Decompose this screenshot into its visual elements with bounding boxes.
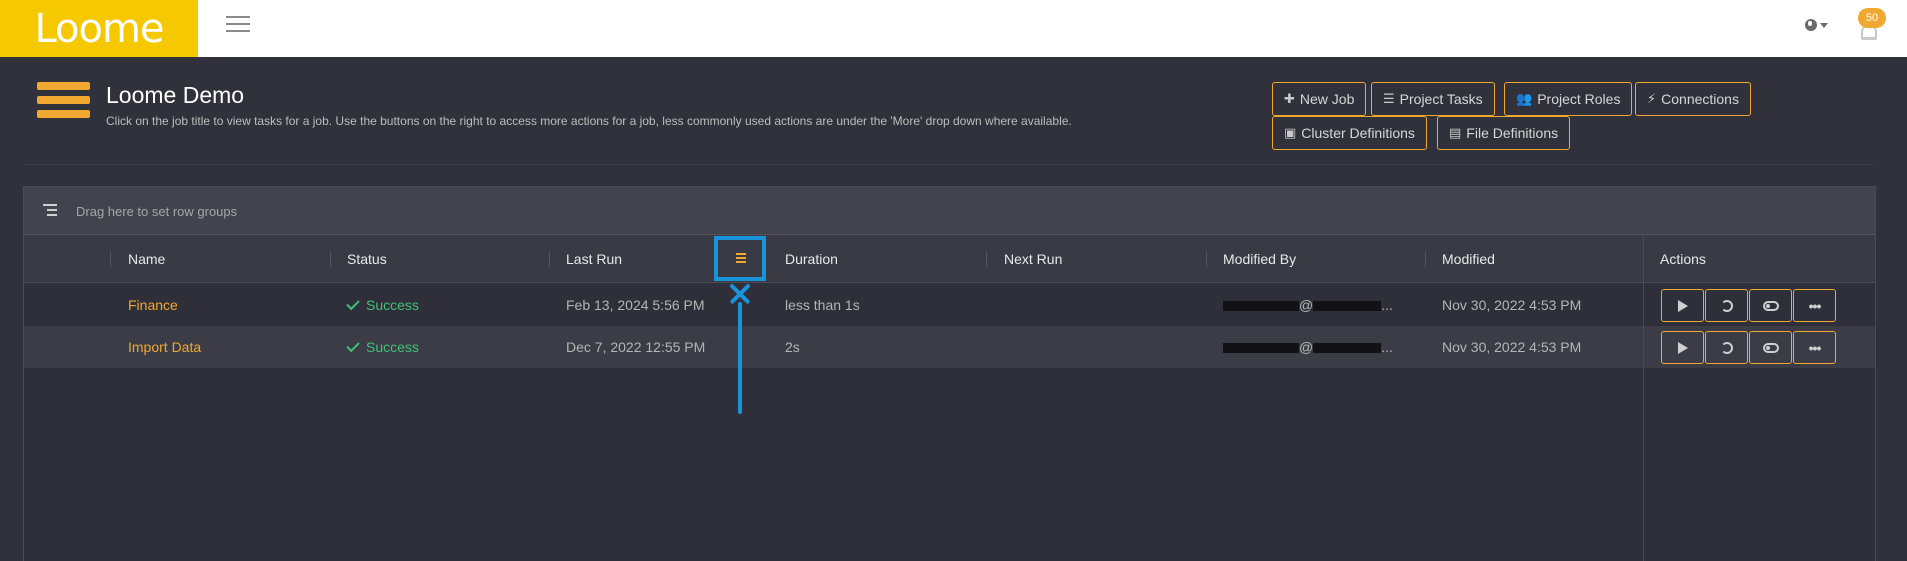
row-group-icon (43, 204, 57, 216)
play-icon (1677, 341, 1688, 354)
history-icon (1720, 341, 1733, 354)
column-separator (330, 251, 331, 267)
modified-by-ellipsis: ... (1381, 297, 1393, 313)
column-header-row: Name Status Last Run Duration Next Run M… (24, 235, 1875, 283)
row-group-placeholder: Drag here to set row groups (76, 204, 238, 219)
column-separator (1206, 251, 1207, 267)
project-tasks-label: Project Tasks (1399, 91, 1483, 107)
ellipsis-icon: ••• (1808, 339, 1822, 356)
plus-icon: ✚ (1284, 91, 1295, 106)
last-run-cell: Feb 13, 2024 5:56 PM (566, 297, 705, 313)
modified-by-cell: @... (1223, 284, 1393, 326)
modified-cell: Nov 30, 2022 4:53 PM (1442, 297, 1582, 313)
connections-label: Connections (1661, 91, 1739, 107)
redacted-domain (1313, 301, 1382, 312)
check-icon (346, 296, 360, 311)
row-group-dropzone[interactable]: Drag here to set row groups (24, 187, 1875, 235)
project-tasks-button[interactable]: ☰ Project Tasks (1371, 82, 1495, 116)
column-menu-icon[interactable] (736, 253, 746, 263)
last-run-cell: Dec 7, 2022 12:55 PM (566, 339, 706, 355)
project-roles-label: Project Roles (1537, 91, 1621, 107)
plug-icon: ⚡ (1647, 91, 1657, 106)
check-icon (346, 338, 360, 353)
column-separator (986, 251, 987, 267)
job-history-button[interactable] (1705, 331, 1748, 364)
table-row: Finance Success Feb 13, 2024 5:56 PM les… (24, 284, 1875, 326)
project-icon (37, 82, 90, 126)
cluster-definitions-label: Cluster Definitions (1301, 125, 1415, 141)
column-header-status[interactable]: Status (347, 235, 387, 283)
modified-by-cell: @... (1223, 326, 1393, 368)
top-navbar: Loome 50 (0, 0, 1907, 57)
toggle-icon (1762, 342, 1779, 353)
column-separator (110, 251, 111, 267)
run-job-button[interactable] (1661, 289, 1704, 322)
hamburger-menu-icon[interactable] (226, 16, 250, 34)
globe-icon (1805, 19, 1817, 31)
loome-logo[interactable]: Loome (0, 0, 198, 57)
modified-cell: Nov 30, 2022 4:53 PM (1442, 339, 1582, 355)
status-cell: Success (346, 284, 419, 326)
logo-text: Loome (34, 5, 164, 52)
status-cell: Success (346, 326, 419, 368)
history-icon (1720, 299, 1733, 312)
toggle-job-button[interactable] (1749, 289, 1792, 322)
status-text: Success (366, 339, 419, 355)
ellipsis-icon: ••• (1808, 297, 1822, 314)
header-divider (24, 164, 1874, 165)
job-history-button[interactable] (1705, 289, 1748, 322)
column-header-modified[interactable]: Modified (1442, 235, 1495, 283)
duration-cell: less than 1s (785, 297, 860, 313)
redacted-user (1223, 301, 1299, 312)
modified-by-ellipsis: ... (1381, 339, 1393, 355)
column-header-actions: Actions (1660, 251, 1706, 267)
toggle-job-button[interactable] (1749, 331, 1792, 364)
job-name-link[interactable]: Import Data (128, 326, 201, 368)
file-definitions-label: File Definitions (1466, 125, 1559, 141)
column-header-last-run[interactable]: Last Run (566, 235, 622, 283)
modified-by-at: @ (1299, 297, 1314, 313)
new-job-label: New Job (1299, 91, 1355, 107)
play-icon (1677, 299, 1688, 312)
project-roles-button[interactable]: 👥 Project Roles (1504, 82, 1633, 116)
connections-button[interactable]: ⚡ Connections (1635, 82, 1751, 116)
notifications-button[interactable]: 50 (1856, 8, 1886, 48)
redacted-domain (1313, 343, 1382, 354)
language-selector[interactable] (1805, 15, 1831, 35)
cluster-icon: ▣ (1284, 125, 1297, 140)
status-text: Success (366, 297, 419, 313)
redacted-user (1223, 343, 1299, 354)
actions-column-divider (1643, 235, 1644, 561)
cluster-definitions-button[interactable]: ▣ Cluster Definitions (1272, 116, 1427, 150)
tasks-icon: ☰ (1383, 91, 1395, 106)
column-header-modified-by[interactable]: Modified By (1223, 235, 1296, 283)
annotation-arrow (738, 302, 742, 414)
file-icon: ▤ (1449, 125, 1462, 140)
caret-down-icon (1820, 22, 1828, 28)
toggle-icon (1762, 300, 1779, 311)
run-job-button[interactable] (1661, 331, 1704, 364)
notification-count-badge: 50 (1858, 8, 1886, 28)
column-separator (1425, 251, 1426, 267)
page-title: Loome Demo (106, 82, 245, 108)
column-separator (549, 251, 550, 267)
table-row: Import Data Success Dec 7, 2022 12:55 PM… (24, 326, 1875, 368)
column-header-duration[interactable]: Duration (785, 235, 838, 283)
job-name-link[interactable]: Finance (128, 284, 178, 326)
column-menu-highlight (714, 236, 766, 281)
jobs-grid: Drag here to set row groups Name Status … (23, 186, 1876, 561)
modified-by-at: @ (1299, 339, 1314, 355)
column-header-name[interactable]: Name (128, 235, 165, 283)
users-icon: 👥 (1516, 91, 1533, 106)
file-definitions-button[interactable]: ▤ File Definitions (1437, 116, 1571, 150)
duration-cell: 2s (785, 339, 800, 355)
page-description: Click on the job title to view tasks for… (106, 114, 1072, 128)
column-header-next-run[interactable]: Next Run (1004, 235, 1062, 283)
more-actions-button[interactable]: ••• (1793, 289, 1836, 322)
more-actions-button[interactable]: ••• (1793, 331, 1836, 364)
new-job-button[interactable]: ✚ New Job (1272, 82, 1367, 116)
